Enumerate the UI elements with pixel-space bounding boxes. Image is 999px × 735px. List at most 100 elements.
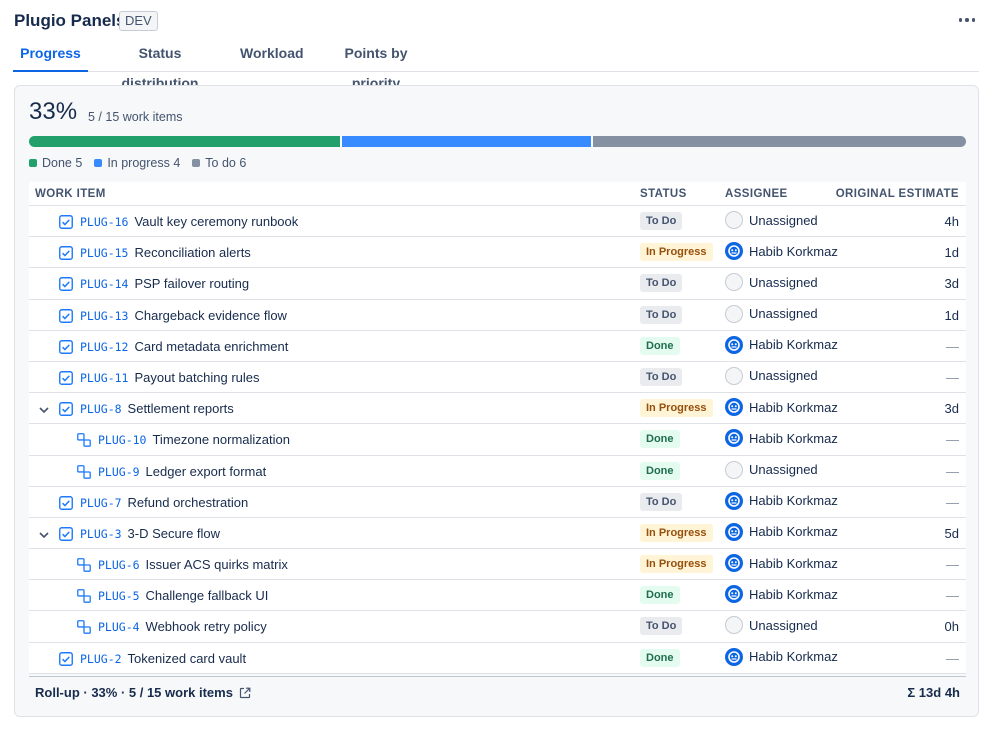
estimate-value: 0h — [944, 619, 959, 635]
work-item-cell: PLUG-15 Reconciliation alerts — [80, 245, 251, 260]
issue-summary[interactable]: Ledger export format — [146, 464, 267, 479]
issue-key-link[interactable]: PLUG-11 — [80, 371, 128, 385]
work-item-cell: PLUG-12 Card metadata enrichment — [80, 339, 288, 354]
issue-key-link[interactable]: PLUG-13 — [80, 309, 128, 323]
issue-key-link[interactable]: PLUG-5 — [98, 589, 140, 603]
issue-key-link[interactable]: PLUG-12 — [80, 340, 128, 354]
issue-key-link[interactable]: PLUG-2 — [80, 652, 122, 666]
issue-key-link[interactable]: PLUG-6 — [98, 558, 140, 572]
issue-summary[interactable]: Challenge fallback UI — [146, 588, 269, 603]
issue-summary[interactable]: 3-D Secure flow — [128, 526, 220, 541]
table-row[interactable]: PLUG-12 Card metadata enrichment Done Habib… — [29, 330, 966, 362]
issue-summary[interactable]: Timezone normalization — [152, 432, 290, 447]
table-row[interactable]: PLUG-13 Chargeback evidence flow To Do Unas… — [29, 299, 966, 331]
table-row[interactable]: PLUG-7 Refund orchestration To Do Habib Kor… — [29, 486, 966, 518]
table-header: WORK ITEM STATUS ASSIGNEE ORIGINAL ESTIM… — [29, 182, 966, 206]
table-row[interactable]: PLUG-5 Challenge fallback UI Done Habib Kor… — [29, 580, 966, 612]
assignee-cell: Habib Korkmaz — [725, 429, 838, 448]
issue-key-link[interactable]: PLUG-7 — [80, 496, 122, 510]
issue-key-link[interactable]: PLUG-8 — [80, 402, 122, 416]
legend-swatch — [29, 159, 37, 167]
status-badge: To Do — [640, 212, 683, 230]
avatar — [725, 522, 743, 541]
table-row[interactable]: PLUG-10 Timezone normalization Done Habib K… — [29, 424, 966, 456]
work-item-cell: PLUG-9 Ledger export format — [98, 464, 266, 479]
chevron-down-icon[interactable] — [38, 528, 50, 540]
issue-summary[interactable]: Issuer ACS quirks matrix — [146, 557, 288, 572]
assignee-name: Habib Korkmaz — [749, 524, 838, 540]
tab-progress[interactable]: Progress — [13, 38, 88, 72]
assignee-name: Habib Korkmaz — [749, 649, 838, 665]
table-row[interactable]: PLUG-11 Payout batching rules To Do Unassig… — [29, 361, 966, 394]
avatar — [725, 335, 743, 354]
issue-summary[interactable]: Card metadata enrichment — [134, 339, 288, 354]
estimate-value: 3d — [944, 401, 959, 417]
issue-summary[interactable]: Tokenized card vault — [128, 651, 247, 666]
tab-points-by-priority[interactable]: Points by priority — [322, 38, 430, 91]
progress-percent: 33% — [29, 98, 78, 125]
progress-panel: 33% 5 / 15 work items Done 5 In progress … — [14, 85, 979, 717]
issue-summary[interactable]: Refund orchestration — [128, 495, 249, 510]
estimate-value: — — [946, 494, 959, 510]
issue-summary[interactable]: Payout batching rules — [134, 370, 259, 385]
avatar — [725, 491, 743, 510]
rollup-total: Σ 13d 4h — [907, 685, 960, 700]
assignee-name: Unassigned — [749, 368, 818, 384]
work-item-cell: PLUG-16 Vault key ceremony runbook — [80, 214, 298, 229]
work-item-cell: PLUG-13 Chargeback evidence flow — [80, 308, 287, 323]
task-checkbox-icon — [59, 339, 73, 354]
issue-key-link[interactable]: PLUG-4 — [98, 620, 140, 634]
task-checkbox-icon — [59, 651, 73, 666]
external-link-icon[interactable] — [239, 687, 251, 699]
work-item-cell: PLUG-2 Tokenized card vault — [80, 651, 246, 666]
rollup-label: Roll-up · 33% · 5 / 15 work items — [35, 685, 233, 700]
issue-key-link[interactable]: PLUG-14 — [80, 277, 128, 291]
task-checkbox-icon — [59, 526, 73, 541]
assignee-name: Habib Korkmaz — [749, 586, 838, 602]
task-checkbox-icon — [59, 495, 73, 510]
table-row[interactable]: PLUG-9 Ledger export format Done Unassigned… — [29, 455, 966, 487]
estimate-value: 4h — [944, 214, 959, 229]
table-row[interactable]: PLUG-14 PSP failover routing To Do Unassign… — [29, 268, 966, 300]
work-item-cell: PLUG-11 Payout batching rules — [80, 370, 260, 385]
task-checkbox-icon — [59, 246, 73, 261]
estimate-value: — — [946, 338, 959, 354]
assignee-cell: Unassigned — [725, 304, 818, 323]
table-row[interactable]: PLUG-8 Settlement reports In Progress Habib… — [29, 393, 966, 425]
issue-key-link[interactable]: PLUG-3 — [80, 527, 122, 541]
more-actions-button[interactable] — [956, 10, 978, 30]
issue-summary[interactable]: PSP failover routing — [134, 276, 249, 291]
work-item-cell: PLUG-3 3-D Secure flow — [80, 526, 220, 541]
estimate-value: — — [946, 588, 959, 604]
issue-key-link[interactable]: PLUG-15 — [80, 246, 128, 260]
table-row[interactable]: PLUG-16 Vault key ceremony runbook To Do Un… — [29, 206, 966, 238]
assignee-cell: Habib Korkmaz — [725, 522, 838, 541]
table-row[interactable]: PLUG-15 Reconciliation alerts In Progress H… — [29, 237, 966, 269]
issue-key-link[interactable]: PLUG-9 — [98, 465, 140, 479]
assignee-cell: Habib Korkmaz — [725, 647, 838, 666]
table-row[interactable]: PLUG-6 Issuer ACS quirks matrix In Progres… — [29, 549, 966, 581]
issue-key-link[interactable]: PLUG-10 — [98, 433, 146, 447]
issue-summary[interactable]: Chargeback evidence flow — [134, 308, 286, 323]
status-badge: Done — [640, 336, 680, 355]
issue-key-link[interactable]: PLUG-16 — [80, 215, 128, 229]
env-badge: DEV — [119, 11, 158, 31]
avatar — [725, 554, 743, 573]
table-row[interactable]: PLUG-4 Webhook retry policy To Do Unassigne… — [29, 611, 966, 643]
unassigned-avatar — [725, 460, 743, 479]
status-badge: To Do — [640, 274, 683, 293]
tab-workload[interactable]: Workload — [240, 38, 304, 72]
subtask-icon — [77, 433, 91, 448]
table-row[interactable]: PLUG-3 3-D Secure flow In Progress Habib Ko… — [29, 517, 966, 550]
chevron-down-icon[interactable] — [38, 403, 50, 415]
assignee-cell: Unassigned — [725, 211, 818, 229]
issue-summary[interactable]: Reconciliation alerts — [134, 245, 250, 260]
tab-status-distribution[interactable]: Status distribution — [101, 38, 219, 91]
table-row[interactable]: PLUG-2 Tokenized card vault Done Habib Kork… — [29, 642, 966, 674]
issue-summary[interactable]: Webhook retry policy — [146, 619, 267, 634]
issue-summary[interactable]: Settlement reports — [128, 401, 234, 416]
more-horizontal-icon — [958, 18, 963, 22]
issue-summary[interactable]: Vault key ceremony runbook — [134, 214, 298, 229]
assignee-cell: Habib Korkmaz — [725, 554, 838, 573]
header-work-item: WORK ITEM — [35, 188, 106, 200]
